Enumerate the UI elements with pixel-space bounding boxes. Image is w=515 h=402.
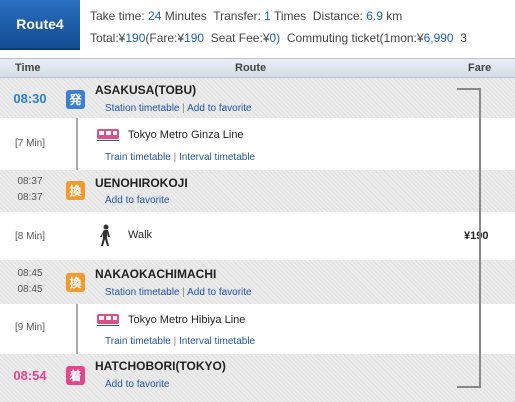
segment-duration: [8 Min] [14, 231, 45, 242]
line-name: Tokyo Metro Ginza Line [128, 129, 244, 141]
fare-value: 190 [184, 31, 205, 45]
station-row: 08:54 着 HATCHOBORI(TOKYO) Add to favorit… [0, 354, 515, 402]
station-row: 08:30 発 ASAKUSA(TOBU) Station timetable … [0, 78, 515, 118]
station-links: Station timetable | Add to favorite [105, 287, 252, 298]
station-links: Add to favorite [105, 379, 169, 390]
line-name: Tokyo Metro Hibiya Line [128, 314, 246, 326]
commute-value: 6,990 [423, 31, 454, 45]
station-row: 08:45 08:45 換 NAKAOKACHIMACHI Station ti… [0, 260, 515, 304]
station-name[interactable]: NAKAOKACHIMACHI [95, 267, 216, 281]
add-favorite-link[interactable]: Add to favorite [105, 195, 169, 206]
departure-time: 08:45 [17, 284, 43, 295]
station-timetable-link[interactable]: Station timetable [105, 103, 180, 114]
add-favorite-link[interactable]: Add to favorite [105, 379, 169, 390]
transfer-value: 1 [264, 9, 271, 23]
table-header: Time Route Fare [0, 58, 515, 78]
time-header: Time [15, 62, 41, 74]
route-tab[interactable]: Route4 [0, 0, 80, 50]
route-summary: Route4 Take time: 24 Minutes Transfer: 1… [0, 0, 515, 55]
arrival-time: 08:54 [13, 368, 47, 383]
segment-duration: [9 Min] [14, 322, 45, 333]
transfer-badge-icon: 換 [66, 181, 85, 200]
transfer-badge-icon: 換 [66, 273, 85, 292]
take-time-value: 24 [148, 9, 162, 23]
add-favorite-link[interactable]: Add to favorite [187, 103, 251, 114]
interval-timetable-link[interactable]: Interval timetable [179, 152, 255, 163]
depart-badge-icon: 発 [66, 90, 85, 109]
segment-links: Train timetable | Interval timetable [105, 152, 256, 163]
fare-bracket [457, 88, 481, 388]
arrival-time: 08:37 [17, 176, 43, 187]
track-line [76, 118, 78, 170]
segment-duration: [7 Min] [14, 138, 45, 149]
interval-timetable-link[interactable]: Interval timetable [179, 336, 255, 347]
train-icon [97, 314, 119, 326]
arrival-time: 08:45 [17, 268, 43, 279]
segment-row: [9 Min] Tokyo Metro Hibiya Line Train ti… [0, 304, 515, 354]
add-favorite-link[interactable]: Add to favorite [187, 287, 251, 298]
arrive-badge-icon: 着 [66, 366, 85, 385]
walk-label: Walk [128, 229, 153, 241]
route-summary-text: Take time: 24 Minutes Transfer: 1 Times … [90, 9, 467, 45]
station-name[interactable]: HATCHOBORI(TOKYO) [95, 359, 226, 373]
station-timetable-link[interactable]: Station timetable [105, 287, 180, 298]
segment-row: [7 Min] Tokyo Metro Ginza Line Train tim… [0, 118, 515, 170]
route-header: Route [235, 62, 267, 74]
train-timetable-link[interactable]: Train timetable [105, 336, 171, 347]
train-icon [97, 129, 119, 141]
station-name[interactable]: UENOHIROKOJI [95, 176, 188, 190]
station-name[interactable]: ASAKUSA(TOBU) [95, 83, 196, 97]
total-value: 190 [125, 31, 146, 45]
departure-time: 08:30 [13, 91, 47, 106]
segment-links: Train timetable | Interval timetable [105, 336, 256, 347]
station-row: 08:37 08:37 換 UENOHIROKOJI Add to favori… [0, 170, 515, 212]
track-line [76, 304, 78, 354]
station-links: Add to favorite [105, 195, 169, 206]
departure-time: 08:37 [17, 192, 43, 203]
fare-header: Fare [468, 62, 492, 74]
seat-fee-value: 0) [269, 31, 281, 45]
train-timetable-link[interactable]: Train timetable [105, 152, 171, 163]
station-links: Station timetable | Add to favorite [105, 103, 252, 114]
walk-icon [100, 224, 110, 246]
distance-value: 6.9 [366, 9, 383, 23]
segment-row: [8 Min] Walk ¥190 [0, 212, 515, 260]
